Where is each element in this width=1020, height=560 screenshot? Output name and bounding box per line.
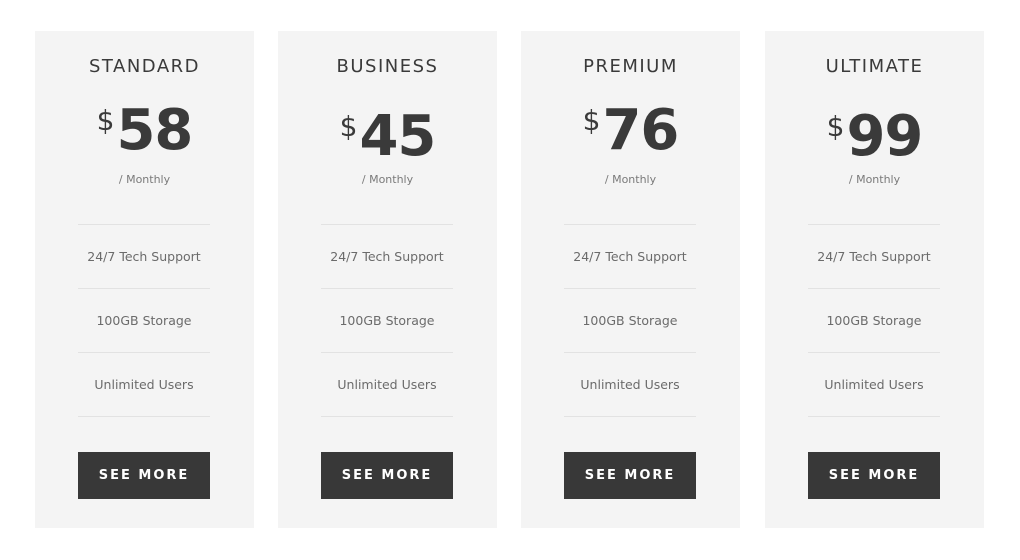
price-period: / Monthly: [604, 173, 657, 186]
plan-card-premium: PREMIUM $76 / Monthly 24/7 Tech Support …: [521, 31, 740, 528]
see-more-button-standard[interactable]: SEE MORE: [78, 452, 210, 499]
plan-price: $58: [35, 100, 254, 162]
plan-price: $76: [521, 100, 740, 162]
feature-list: 24/7 Tech Support 100GB Storage Unlimite…: [78, 224, 210, 417]
plan-name: ULTIMATE: [825, 56, 924, 77]
price-period: / Monthly: [118, 173, 171, 186]
feature-item: 100GB Storage: [808, 289, 940, 353]
price-currency: $: [339, 110, 358, 143]
feature-item: 100GB Storage: [78, 289, 210, 353]
plan-name: BUSINESS: [336, 56, 439, 77]
feature-item: Unlimited Users: [564, 353, 696, 417]
feature-item: 24/7 Tech Support: [321, 225, 453, 289]
feature-item: 24/7 Tech Support: [564, 225, 696, 289]
price-currency: $: [826, 110, 845, 143]
plan-card-business: BUSINESS $45 / Monthly 24/7 Tech Support…: [278, 31, 497, 528]
price-amount: 99: [846, 104, 923, 169]
feature-item: 100GB Storage: [321, 289, 453, 353]
pricing-table: STANDARD $58 / Monthly 24/7 Tech Support…: [0, 0, 1020, 560]
price-amount: 58: [116, 98, 193, 163]
feature-item: Unlimited Users: [808, 353, 940, 417]
price-period: / Monthly: [361, 173, 414, 186]
plan-price: $99: [765, 106, 984, 168]
price-amount: 76: [602, 98, 679, 163]
plan-name: PREMIUM: [583, 56, 678, 77]
price-currency: $: [96, 104, 115, 137]
feature-list: 24/7 Tech Support 100GB Storage Unlimite…: [564, 224, 696, 417]
feature-item: Unlimited Users: [321, 353, 453, 417]
feature-item: 24/7 Tech Support: [808, 225, 940, 289]
see-more-button-business[interactable]: SEE MORE: [321, 452, 453, 499]
price-currency: $: [582, 104, 601, 137]
price-amount: 45: [359, 104, 436, 169]
feature-item: Unlimited Users: [78, 353, 210, 417]
feature-list: 24/7 Tech Support 100GB Storage Unlimite…: [321, 224, 453, 417]
feature-item: 100GB Storage: [564, 289, 696, 353]
feature-list: 24/7 Tech Support 100GB Storage Unlimite…: [808, 224, 940, 417]
plan-card-ultimate: ULTIMATE $99 / Monthly 24/7 Tech Support…: [765, 31, 984, 528]
price-period: / Monthly: [848, 173, 901, 186]
see-more-button-premium[interactable]: SEE MORE: [564, 452, 696, 499]
plan-card-standard: STANDARD $58 / Monthly 24/7 Tech Support…: [35, 31, 254, 528]
plan-price: $45: [278, 106, 497, 168]
feature-item: 24/7 Tech Support: [78, 225, 210, 289]
see-more-button-ultimate[interactable]: SEE MORE: [808, 452, 940, 499]
plan-name: STANDARD: [88, 56, 201, 77]
